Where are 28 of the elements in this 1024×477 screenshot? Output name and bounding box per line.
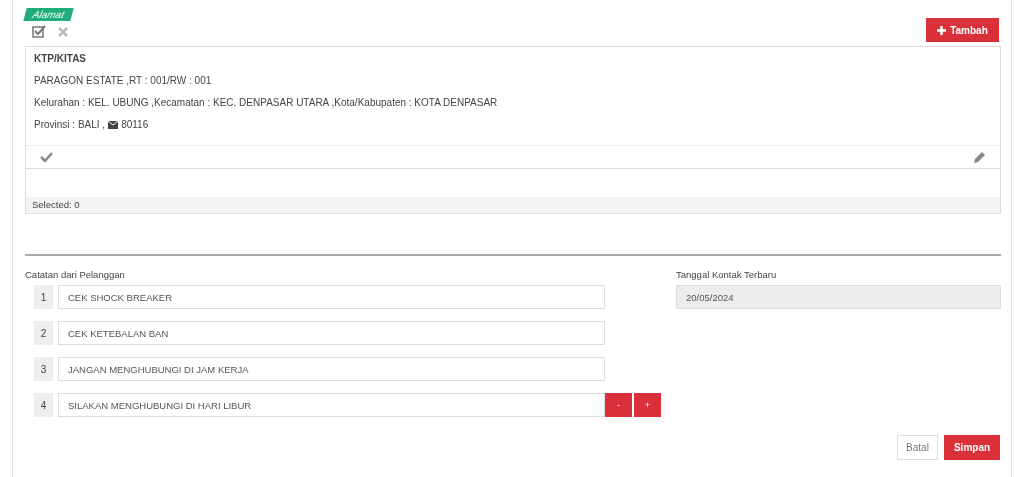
close-icon[interactable]	[58, 26, 68, 37]
date-label: Tanggal Kontak Terbaru	[676, 269, 778, 280]
add-button[interactable]: +	[634, 393, 661, 417]
address-line: Kelurahan : KEL. UBUNG ,Kecamatan : KEC. DENPASAR UTARA ,Kota/Kabupaten : KOTA DENPASAR	[34, 97, 499, 108]
note-field[interactable]: SILAKAN MENGHUBUNGI DI HARI LIBUR	[58, 393, 605, 417]
province-text: Provinsi : BALI ,	[34, 119, 106, 130]
pencil-icon[interactable]	[973, 150, 986, 164]
address-title: KTP/KITAS	[34, 53, 88, 64]
envelope-icon	[108, 120, 119, 129]
note-field[interactable]: JANGAN MENGHUBUNGI DI JAM KERJA	[58, 357, 605, 381]
postal-code: 80116	[121, 119, 149, 130]
row-number: 1	[34, 285, 53, 309]
selection-count: Selected: 0	[26, 197, 1000, 213]
save-button[interactable]: Simpan	[944, 435, 1000, 460]
check-square-icon[interactable]	[32, 25, 46, 38]
plus-icon	[937, 25, 947, 35]
add-button[interactable]: Tambah	[926, 18, 999, 42]
note-field[interactable]: CEK KETEBALAN BAN	[58, 321, 605, 345]
row-number: 3	[34, 357, 53, 381]
row-number: 4	[34, 393, 53, 417]
row-number: 2	[34, 321, 53, 345]
check-icon[interactable]	[40, 152, 53, 162]
notes-label: Catatan dari Pelanggan	[25, 269, 126, 280]
cancel-button[interactable]: Batal	[897, 435, 938, 460]
section-tag: Alamat	[23, 8, 74, 21]
note-field[interactable]: CEK SHOCK BREAKER	[58, 285, 605, 309]
remove-button[interactable]: -	[605, 393, 632, 417]
address-line: PARAGON ESTATE ,RT : 001/RW : 001	[34, 75, 213, 86]
